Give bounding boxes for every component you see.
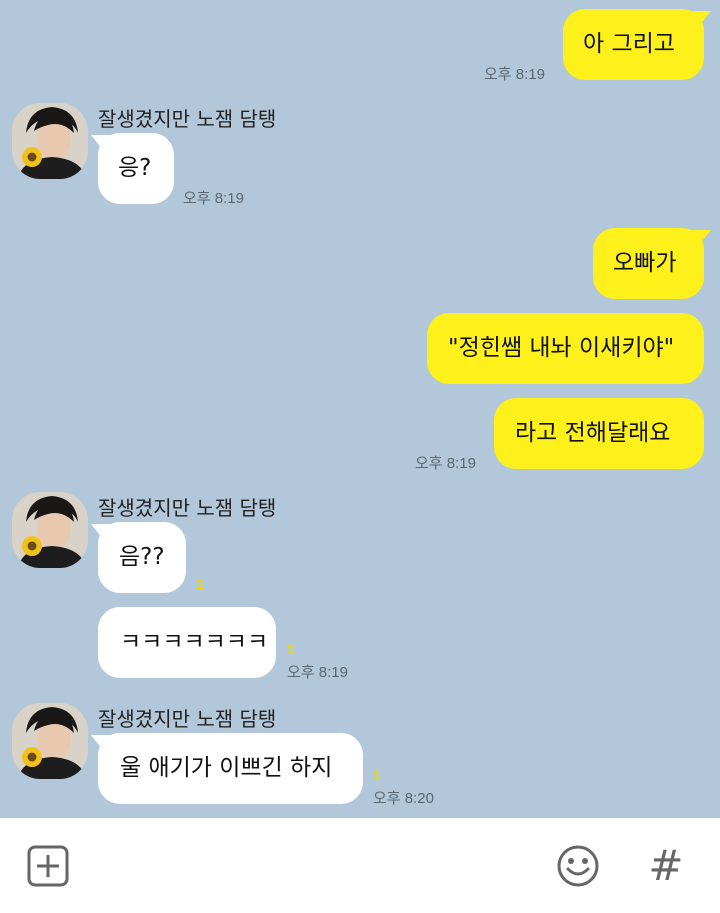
my-message-bubble[interactable]: 아 그리고	[563, 9, 704, 80]
message-text: 울 애기가 이쁘긴 하지	[120, 755, 333, 781]
message-text: ㅋㅋㅋㅋㅋㅋㅋ	[120, 629, 269, 655]
profile-photo	[12, 703, 88, 779]
hashtag-glyph: #	[648, 841, 684, 890]
chat-area[interactable]: 아 그리고 오후 8:19 잘생겼지만 노잼 담탱 응? 오후 8:19 오빠가…	[0, 0, 720, 818]
message-text: 라고 전해달래요	[515, 420, 671, 446]
profile-photo	[12, 492, 88, 568]
message-time: 오후 8:19	[484, 66, 545, 83]
message-time: 오후 8:20	[373, 790, 434, 807]
unread-count: 1	[287, 641, 295, 657]
unread-count: 1	[196, 576, 204, 592]
plus-square-icon[interactable]	[24, 842, 72, 890]
profile-photo	[12, 103, 88, 179]
message-time: 오후 8:19	[183, 190, 244, 207]
my-message-bubble[interactable]: 라고 전해달래요	[494, 398, 704, 469]
message-text: 음??	[119, 544, 165, 570]
sender-name: 잘생겼지만 노잼 담탱	[98, 496, 277, 520]
hashtag-icon[interactable]: #	[640, 838, 692, 894]
other-message-bubble[interactable]: 음??	[98, 522, 186, 593]
avatar[interactable]	[12, 103, 88, 179]
my-message-bubble[interactable]: 오빠가	[593, 228, 704, 299]
sender-name: 잘생겼지만 노잼 담탱	[98, 707, 277, 731]
smiley-icon[interactable]	[553, 841, 603, 891]
other-message-bubble[interactable]: 응?	[98, 133, 174, 204]
message-text: 아 그리고	[583, 31, 675, 57]
message-time: 오후 8:19	[287, 664, 348, 681]
other-message-bubble[interactable]: ㅋㅋㅋㅋㅋㅋㅋ	[98, 607, 276, 678]
avatar[interactable]	[12, 703, 88, 779]
message-time: 오후 8:19	[415, 455, 476, 472]
avatar[interactable]	[12, 492, 88, 568]
my-message-bubble[interactable]: "정힌쌤 내놔 이새키야"	[427, 313, 704, 384]
message-text: "정힌쌤 내놔 이새키야"	[448, 335, 675, 361]
message-text: 오빠가	[613, 250, 677, 276]
message-text: 응?	[118, 155, 152, 181]
unread-count: 1	[373, 767, 381, 783]
other-message-bubble[interactable]: 울 애기가 이쁘긴 하지	[98, 733, 363, 804]
sender-name: 잘생겼지만 노잼 담탱	[98, 107, 277, 131]
message-input-bar: #	[0, 818, 720, 913]
